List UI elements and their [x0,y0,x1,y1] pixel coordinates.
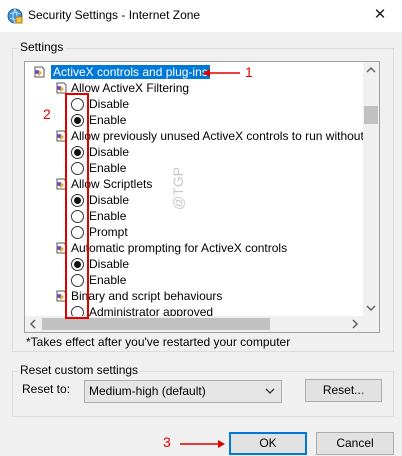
annotation-box-2 [65,93,89,319]
annotation-3: 3 [163,434,171,450]
option-label: Disable [89,145,130,159]
option-label: Prompt [89,225,128,239]
internet-globe-icon [7,8,23,24]
annotation-arrow-1 [203,69,240,77]
option-label: Disable [89,193,130,207]
reset-level-select[interactable]: Medium-high (default) [84,380,282,403]
vertical-scrollbar-track [364,66,378,312]
scroll-down-icon [366,305,376,312]
scroll-thumb [364,106,378,124]
cancel-button[interactable]: Cancel [316,432,394,455]
annotation-1: 1 [245,64,253,80]
scroll-right-icon [352,319,359,329]
vertical-scrollbar[interactable] [363,62,379,316]
hscroll-thumb [42,318,270,330]
category-label: ActiveX controls and plug-ins [51,65,210,79]
option-label: Enable [89,113,127,127]
settings-group-label: Settings [18,40,66,54]
tree-setting[interactable]: Allow previously unused ActiveX controls… [55,128,380,144]
reset-level-value: Medium-high (default) [89,384,206,398]
annotation-2: 2 [43,106,51,122]
category-icon [33,66,45,78]
chevron-down-icon [265,388,275,394]
scroll-left-icon [29,319,36,329]
reset-to-label: Reset to: [22,382,71,396]
scrollbar-corner [363,316,379,332]
ok-button[interactable]: OK [229,432,307,455]
option-label: Disable [89,257,130,271]
watermark: @TGP [170,167,186,210]
option-label: Enable [89,273,127,287]
setting-label: Automatic prompting for ActiveX controls [71,241,288,255]
tree-setting[interactable]: Automatic prompting for ActiveX controls [55,240,287,256]
window-title: Security Settings - Internet Zone [28,8,201,22]
tree-category[interactable]: ActiveX controls and plug-ins [33,64,210,80]
option-label: Enable [89,161,127,175]
setting-label: Allow previously unused ActiveX controls… [71,129,380,143]
scroll-up-icon [366,66,376,73]
reset-group-label: Reset custom settings [18,363,141,377]
option-label: Disable [89,97,130,111]
setting-label: Binary and script behaviours [71,289,223,303]
close-button[interactable]: ✕ [366,4,394,26]
annotation-arrow-3 [180,440,225,448]
option-label: Enable [89,209,127,223]
restart-note: *Takes effect after you've restarted you… [26,335,291,349]
reset-button[interactable]: Reset... [305,379,382,402]
